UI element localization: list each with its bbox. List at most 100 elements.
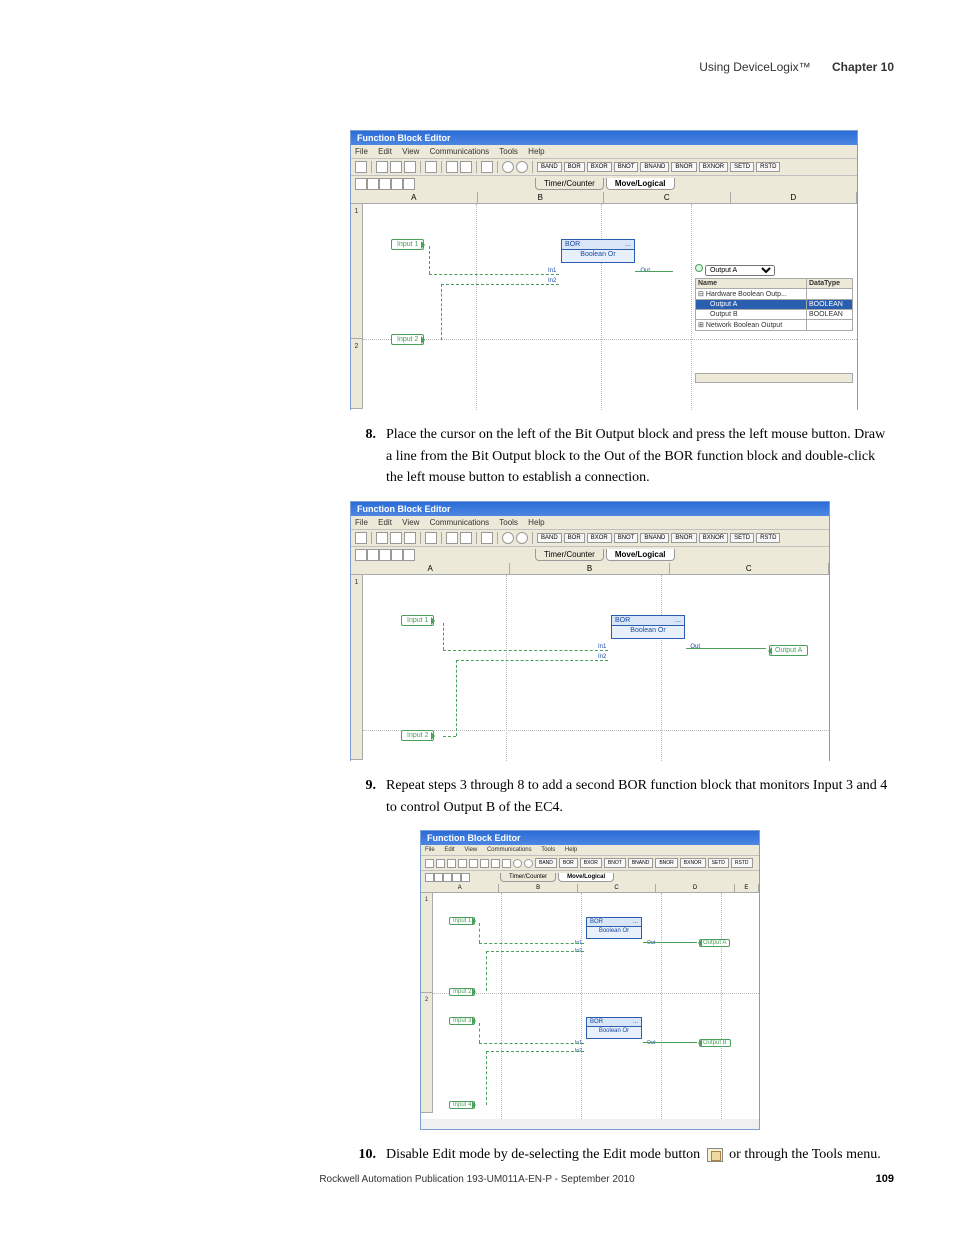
- menu-view[interactable]: View: [402, 147, 419, 156]
- menu-help[interactable]: Help: [565, 847, 577, 853]
- zoom-in-icon[interactable]: [446, 161, 458, 173]
- input-1-tag[interactable]: Input 1: [391, 239, 424, 250]
- edit-mode-icon[interactable]: [469, 859, 478, 868]
- input-block-icon[interactable]: [502, 161, 514, 173]
- home-icon[interactable]: [481, 161, 493, 173]
- nav-up-icon[interactable]: [425, 873, 434, 882]
- input-block-icon[interactable]: [513, 859, 522, 868]
- btn-bnot[interactable]: BNOT: [614, 162, 639, 172]
- menu-tools[interactable]: Tools: [499, 147, 518, 156]
- tab-timer-counter[interactable]: Timer/Counter: [535, 178, 604, 190]
- btn-bnor[interactable]: BNOR: [671, 162, 696, 172]
- verify-icon[interactable]: [391, 549, 403, 561]
- input-3-tag[interactable]: Input 3: [449, 1017, 475, 1025]
- zoom-out-icon[interactable]: [460, 161, 472, 173]
- output-select[interactable]: Output A: [705, 265, 775, 276]
- panel-scrollbar[interactable]: [695, 373, 853, 383]
- verify-icon[interactable]: [391, 178, 403, 190]
- tab-timer-counter[interactable]: Timer/Counter: [535, 549, 604, 561]
- copy-icon[interactable]: [390, 532, 402, 544]
- menu-file[interactable]: File: [355, 147, 368, 156]
- input-block-icon[interactable]: [502, 532, 514, 544]
- btn-bnor[interactable]: BNOR: [655, 858, 677, 868]
- bor-block[interactable]: BOR... Boolean Or In1 In2 Out: [561, 239, 635, 263]
- paste-icon[interactable]: [404, 161, 416, 173]
- download-icon[interactable]: [461, 873, 470, 882]
- home-icon[interactable]: [481, 532, 493, 544]
- zoom-out-icon[interactable]: [460, 532, 472, 544]
- menu-communications[interactable]: Communications: [430, 518, 490, 527]
- cut-icon[interactable]: [436, 859, 445, 868]
- btn-band[interactable]: BAND: [535, 858, 557, 868]
- tab-move-logical[interactable]: Move/Logical: [606, 549, 675, 561]
- copy-icon[interactable]: [390, 161, 402, 173]
- input-1-tag[interactable]: Input 1: [449, 917, 475, 925]
- bor-block-1[interactable]: BOR... Boolean Or In1 In2 Out: [586, 917, 642, 939]
- canvas[interactable]: 1 2 Input 1 Input 2 Input 3 Input 4 BOR.…: [421, 893, 759, 1119]
- btn-bor[interactable]: BOR: [564, 533, 585, 543]
- btn-bxor[interactable]: BXOR: [587, 162, 612, 172]
- nav-up-icon[interactable]: [355, 549, 367, 561]
- btn-rstd[interactable]: RSTD: [756, 162, 780, 172]
- input-2-tag[interactable]: Input 2: [449, 988, 475, 996]
- nav-down-icon[interactable]: [434, 873, 443, 882]
- nav-down-icon[interactable]: [367, 549, 379, 561]
- btn-bxnor[interactable]: BXNOR: [699, 162, 728, 172]
- menu-file[interactable]: File: [425, 847, 435, 853]
- btn-band[interactable]: BAND: [537, 533, 562, 543]
- paste-icon[interactable]: [458, 859, 467, 868]
- bor-block-2[interactable]: BOR... Boolean Or In1 In2 Out: [586, 1017, 642, 1039]
- bor-block[interactable]: BOR... Boolean Or In1 In2 Out: [611, 615, 685, 639]
- btn-bxor[interactable]: BXOR: [580, 858, 602, 868]
- menu-view[interactable]: View: [464, 847, 477, 853]
- input-2-tag[interactable]: Input 2: [401, 730, 434, 741]
- zoom-out-icon[interactable]: [491, 859, 500, 868]
- btn-bor[interactable]: BOR: [559, 858, 578, 868]
- zoom-in-icon[interactable]: [480, 859, 489, 868]
- home-icon[interactable]: [502, 859, 511, 868]
- output-block-icon[interactable]: [524, 859, 533, 868]
- copy-icon[interactable]: [447, 859, 456, 868]
- output-block-icon[interactable]: [516, 532, 528, 544]
- output-a-tag[interactable]: Output A: [699, 939, 730, 947]
- download-icon[interactable]: [403, 178, 415, 190]
- edit-mode-icon[interactable]: [425, 532, 437, 544]
- btn-bor[interactable]: BOR: [564, 162, 585, 172]
- edit-mode-icon[interactable]: [425, 161, 437, 173]
- print-icon[interactable]: [425, 859, 434, 868]
- canvas[interactable]: 1 Input 1 Input 2 BOR... Boolean Or In1 …: [351, 575, 829, 761]
- tab-move-logical[interactable]: Move/Logical: [606, 178, 675, 190]
- btn-bnot[interactable]: BNOT: [604, 858, 626, 868]
- cut-icon[interactable]: [376, 532, 388, 544]
- nav-down-icon[interactable]: [367, 178, 379, 190]
- menu-help[interactable]: Help: [528, 518, 544, 527]
- menu-edit[interactable]: Edit: [444, 847, 454, 853]
- menu-tools[interactable]: Tools: [541, 847, 555, 853]
- btn-bxnor[interactable]: BXNOR: [699, 533, 728, 543]
- btn-rstd[interactable]: RSTD: [731, 858, 753, 868]
- menu-view[interactable]: View: [402, 518, 419, 527]
- menu-tools[interactable]: Tools: [499, 518, 518, 527]
- print-icon[interactable]: [355, 532, 367, 544]
- btn-setd[interactable]: SETD: [730, 162, 754, 172]
- btn-bnand[interactable]: BNAND: [640, 162, 669, 172]
- menu-communications[interactable]: Communications: [430, 147, 490, 156]
- btn-bnot[interactable]: BNOT: [614, 533, 639, 543]
- btn-setd[interactable]: SETD: [708, 858, 729, 868]
- btn-bxor[interactable]: BXOR: [587, 533, 612, 543]
- tab-timer-counter[interactable]: Timer/Counter: [500, 873, 556, 882]
- btn-rstd[interactable]: RSTD: [756, 533, 780, 543]
- menu-help[interactable]: Help: [528, 147, 544, 156]
- input-4-tag[interactable]: Input 4: [449, 1101, 475, 1109]
- canvas[interactable]: 1 2 Input 1 Input 2 BOR... Boolean Or In…: [351, 204, 857, 410]
- cut-icon[interactable]: [376, 161, 388, 173]
- page-icon[interactable]: [379, 178, 391, 190]
- output-block-icon[interactable]: [516, 161, 528, 173]
- nav-up-icon[interactable]: [355, 178, 367, 190]
- page-icon[interactable]: [379, 549, 391, 561]
- verify-icon[interactable]: [452, 873, 461, 882]
- menu-edit[interactable]: Edit: [378, 518, 392, 527]
- page-icon[interactable]: [443, 873, 452, 882]
- btn-setd[interactable]: SETD: [730, 533, 754, 543]
- btn-bxnor[interactable]: BXNOR: [680, 858, 706, 868]
